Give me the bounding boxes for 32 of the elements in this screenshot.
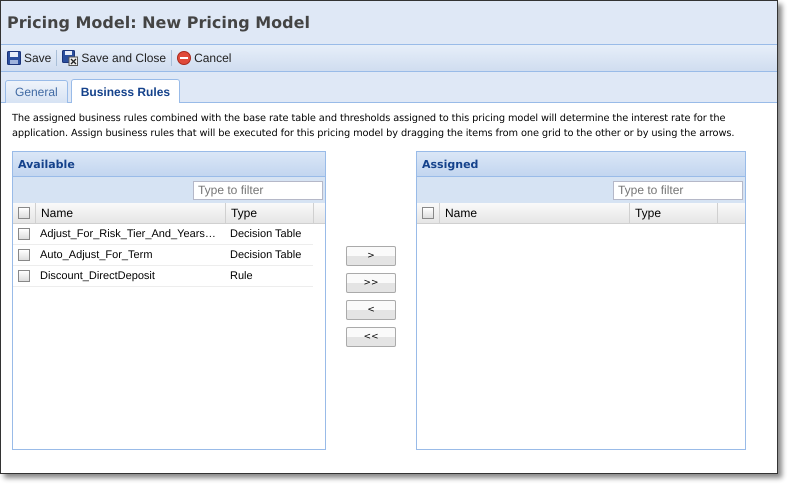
table-cell-text: Discount_DirectDeposit: [39, 269, 156, 284]
column-header[interactable]: Name: [35, 203, 225, 223]
move-button[interactable]: <<: [346, 327, 396, 347]
window-title: Pricing Model: New Pricing Model: [7, 13, 310, 32]
select-all-checkbox[interactable]: [18, 207, 30, 219]
row-checkbox[interactable]: [18, 228, 30, 240]
column-header[interactable]: Type: [629, 203, 717, 223]
table-cell-text: Decision Table: [229, 227, 302, 242]
floppy-disk-close-icon: [62, 50, 78, 66]
cancel-icon: [177, 51, 192, 65]
tab[interactable]: General: [5, 80, 68, 103]
toolbar-button[interactable]: Save: [5, 51, 54, 65]
move-button[interactable]: >>: [346, 273, 396, 293]
move-button[interactable]: >: [346, 246, 396, 266]
description-text: The assigned business rules combined with the base rate table and thresholds assigned to this pricing model will determine the interest rate for the application. Assign business rules that will be executed for this pricing model by dragging the items from one grid to the other or by using the arrows.: [12, 112, 736, 141]
filter-field[interactable]: Type to filter: [613, 180, 743, 200]
select-all-checkbox[interactable]: [422, 207, 434, 219]
toolbar-button[interactable]: Cancel: [175, 51, 234, 65]
panel-title: Assigned: [422, 158, 478, 170]
table-cell-text: Rule: [229, 269, 254, 284]
filter-field[interactable]: Type to filter: [193, 180, 323, 200]
toolbar-button[interactable]: Save and Close: [60, 50, 168, 66]
column-header[interactable]: Type: [225, 203, 313, 223]
table-cell-text: Decision Table: [229, 248, 302, 263]
column-header[interactable]: Name: [439, 203, 629, 223]
table-cell-text: Adjust_For_Risk_Tier_And_Years…: [39, 227, 217, 242]
row-checkbox[interactable]: [18, 270, 30, 282]
table-cell-text: Auto_Adjust_For_Term: [39, 248, 154, 263]
panel-title: Available: [18, 158, 75, 170]
tab[interactable]: Business Rules: [70, 79, 180, 103]
move-button[interactable]: <: [346, 300, 396, 320]
row-checkbox[interactable]: [18, 249, 30, 261]
